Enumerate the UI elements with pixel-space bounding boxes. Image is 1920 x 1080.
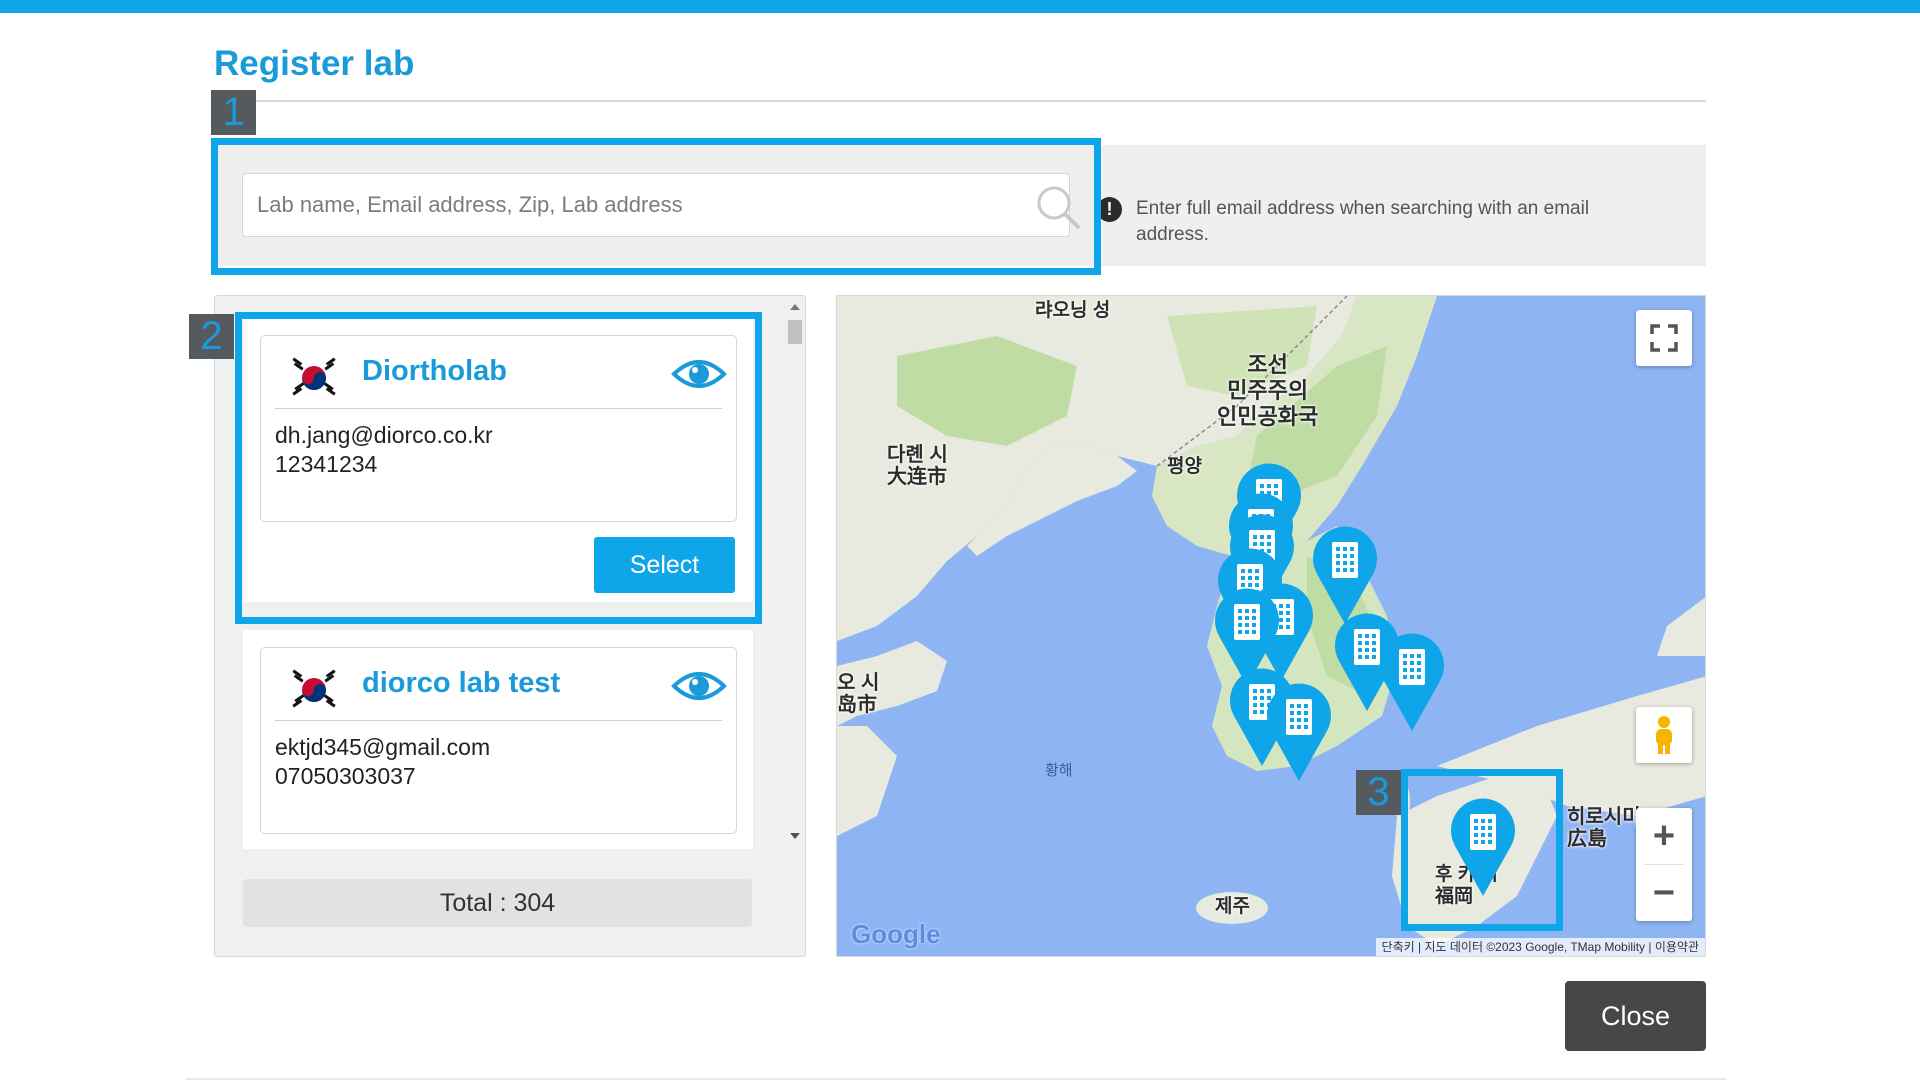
step-3-highlight	[1401, 769, 1563, 931]
search-notice: Enter full email address when searching …	[1136, 198, 1590, 245]
step-2-badge: 2	[189, 314, 234, 359]
lab-marker[interactable]	[1267, 683, 1331, 781]
keyboard-shortcuts-link[interactable]: 단축키	[1382, 940, 1415, 954]
title-divider	[214, 100, 1706, 102]
scroll-thumb[interactable]	[788, 320, 802, 344]
scroll-down-arrow-icon[interactable]	[790, 833, 800, 839]
map-view[interactable]: 랴오닝 성 조선 민주주의 인민공화국 평양 다롄 시 大连市 황해 오 시 岛…	[836, 295, 1706, 957]
zoom-in-button[interactable]: +	[1636, 808, 1692, 864]
top-accent-bar	[0, 0, 1920, 13]
zoom-out-button[interactable]: −	[1636, 865, 1692, 921]
pegman-icon	[1656, 716, 1672, 754]
close-button[interactable]: Close	[1565, 981, 1706, 1051]
lab-email: ektjd345@gmail.com	[275, 734, 491, 760]
street-view-pegman[interactable]	[1636, 707, 1692, 763]
dialog-title: Register lab	[214, 44, 415, 83]
map-attribution: 단축키 | 지도 데이터 ©2023 Google, TMap Mobility…	[1375, 938, 1705, 956]
total-count: Total : 304	[243, 879, 752, 927]
eye-icon[interactable]	[671, 666, 727, 706]
korea-flag-icon	[292, 669, 336, 708]
step-1-badge: 1	[211, 90, 256, 135]
map-data-credit: 지도 데이터 ©2023 Google, TMap Mobility	[1424, 940, 1646, 954]
lab-phone: 07050303037	[275, 763, 416, 789]
lab-marker[interactable]	[1313, 526, 1377, 624]
scroll-up-arrow-icon[interactable]	[790, 304, 800, 310]
card-divider	[275, 720, 722, 721]
google-logo[interactable]: Google	[851, 919, 941, 950]
step-1-highlight	[211, 138, 1101, 275]
step-2-highlight	[235, 312, 762, 624]
zoom-control: + −	[1636, 808, 1692, 921]
terms-link[interactable]: 이용약관	[1655, 940, 1699, 954]
lab-card: diorco lab test ektjd345@gmail.com 07050…	[243, 630, 753, 849]
list-scrollbar[interactable]	[786, 296, 804, 849]
lab-name: diorco lab test	[362, 667, 561, 699]
step-3-badge: 3	[1356, 770, 1401, 815]
lab-markers[interactable]	[837, 296, 1706, 957]
fullscreen-button[interactable]	[1636, 310, 1692, 366]
fullscreen-icon	[1650, 324, 1678, 352]
lab-marker[interactable]	[1380, 633, 1444, 731]
